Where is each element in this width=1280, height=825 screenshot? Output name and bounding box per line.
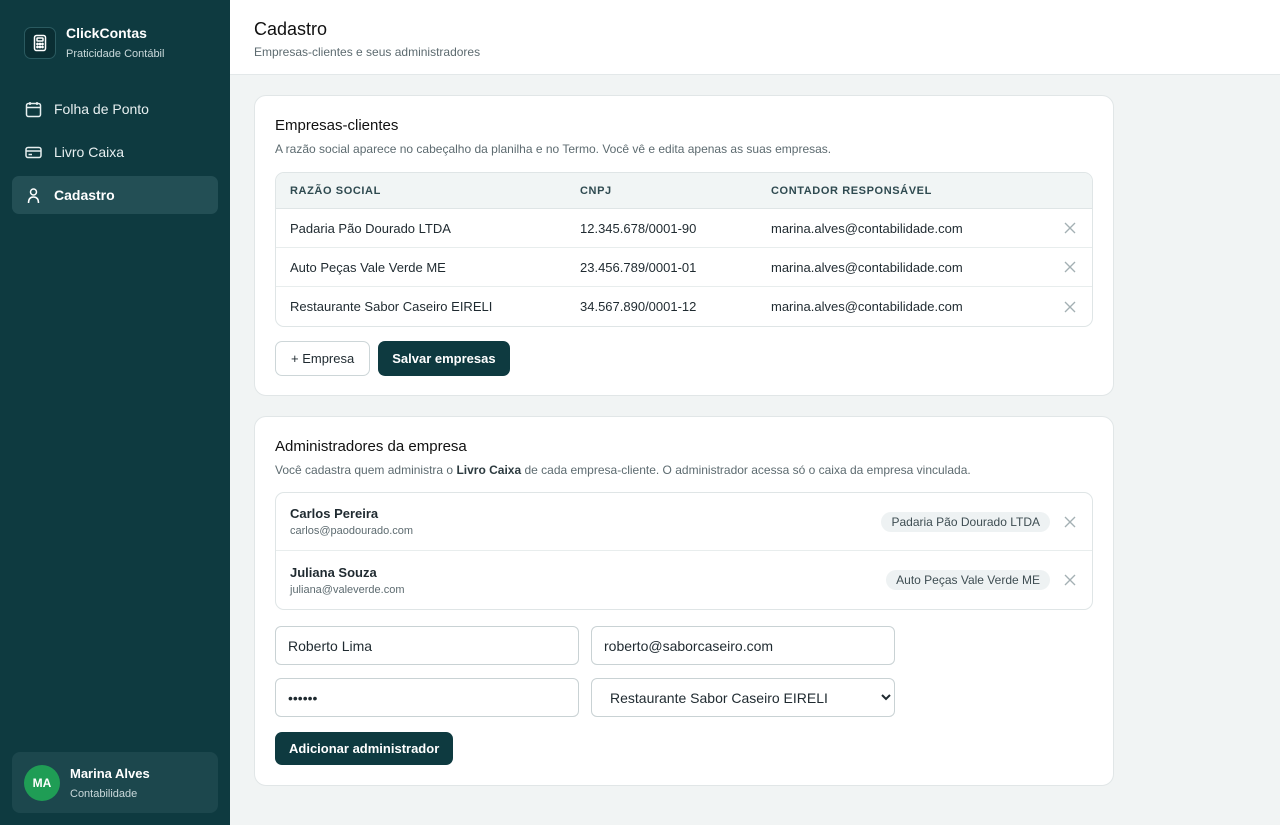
companies-card: Empresas-clientes A razão social aparece… [254,95,1114,396]
column-header-cnpj: CNPJ [580,184,612,197]
company-name: Auto Peças Vale Verde ME [290,259,446,275]
user-card[interactable]: MA Marina Alves Contabilidade [12,752,218,813]
sidebar-item-folha-de-ponto[interactable]: Folha de Ponto [12,90,218,128]
sidebar-item-label: Folha de Ponto [54,101,149,117]
company-cnpj: 34.567.890/0001-12 [580,299,697,314]
brand: ClickContas Praticidade Contábil [24,26,164,60]
add-admin-button[interactable]: Adicionar administrador [275,732,454,765]
admin-name-input[interactable] [275,626,579,665]
companies-description: A razão social aparece no cabeçalho da p… [275,142,832,156]
companies-title: Empresas-clientes [275,117,399,134]
remove-company-icon[interactable] [1062,259,1078,275]
table-row: Restaurante Sabor Caseiro EIRELI 34.567.… [276,287,1092,326]
list-item: Juliana Souza juliana@valeverde.com Auto… [276,551,1092,609]
remove-admin-icon[interactable] [1062,514,1078,530]
sidebar-nav: Folha de Ponto Livro Caixa Cadastro [12,90,218,219]
admin-password-input[interactable] [275,678,579,717]
calculator-icon [24,27,56,59]
table-row: Auto Peças Vale Verde ME 23.456.789/0001… [276,248,1092,287]
list-item: Carlos Pereira carlos@paodourado.com Pad… [276,493,1092,551]
save-companies-button[interactable]: Salvar empresas [378,341,510,376]
table-row: Padaria Pão Dourado LTDA 12.345.678/0001… [276,209,1092,248]
brand-tagline: Praticidade Contábil [66,48,165,60]
add-company-button[interactable]: + Empresa [275,341,371,376]
companies-table: RAZÃO SOCIAL CNPJ CONTADOR RESPONSÁVEL P… [275,172,1093,327]
company-name: Restaurante Sabor Caseiro EIRELI [290,299,493,314]
sidebar-item-livro-caixa[interactable]: Livro Caixa [12,133,218,171]
company-accountant: marina.alves@contabilidade.com [771,259,963,275]
company-badge: Padaria Pão Dourado LTDA [881,511,1050,532]
remove-company-icon[interactable] [1062,220,1078,236]
admin-name: Juliana Souza [290,564,377,580]
avatar: MA [24,764,60,801]
user-name: Marina Alves [70,765,150,781]
page-subtitle: Empresas-clientes e seus administradores [254,45,481,59]
company-cnpj: 23.456.789/0001-01 [580,259,697,275]
page-header: Cadastro Empresas-clientes e seus admini… [230,0,1280,75]
column-header-razao-social: RAZÃO SOCIAL [290,184,381,197]
admin-email-input[interactable] [591,626,895,665]
card-icon [24,143,42,161]
admin-form: Restaurante Sabor Caseiro EIRELI [275,626,1093,717]
company-name: Padaria Pão Dourado LTDA [290,220,451,236]
table-header: RAZÃO SOCIAL CNPJ CONTADOR RESPONSÁVEL [276,173,1092,209]
admin-company-select[interactable]: Restaurante Sabor Caseiro EIRELI [591,678,895,717]
calendar-icon [24,100,42,118]
admins-card: Administradores da empresa Você cadastra… [254,416,1114,786]
admin-name: Carlos Pereira [290,506,379,521]
admin-email: carlos@paodourado.com [290,525,414,537]
user-role: Contabilidade [70,787,138,800]
user-icon [24,186,42,204]
column-header-contador: CONTADOR RESPONSÁVEL [771,184,932,197]
sidebar-item-label: Livro Caixa [54,144,125,160]
company-accountant: marina.alves@contabilidade.com [771,220,963,236]
admin-email: juliana@valeverde.com [290,583,405,596]
company-badge: Auto Peças Vale Verde ME [886,570,1050,590]
remove-company-icon[interactable] [1062,299,1078,315]
admins-description: Você cadastra quem administra o Livro Ca… [275,463,971,477]
remove-admin-icon[interactable] [1062,572,1078,588]
page-title: Cadastro [254,19,328,39]
sidebar-item-label: Cadastro [54,187,115,203]
company-accountant: marina.alves@contabilidade.com [771,299,963,314]
admins-title: Administradores da empresa [275,438,467,455]
sidebar-item-cadastro[interactable]: Cadastro [12,176,218,214]
company-cnpj: 12.345.678/0001-90 [580,220,697,236]
brand-name: ClickContas [66,25,147,41]
admins-list: Carlos Pereira carlos@paodourado.com Pad… [275,492,1093,610]
sidebar: ClickContas Praticidade Contábil Folha d… [0,0,230,825]
